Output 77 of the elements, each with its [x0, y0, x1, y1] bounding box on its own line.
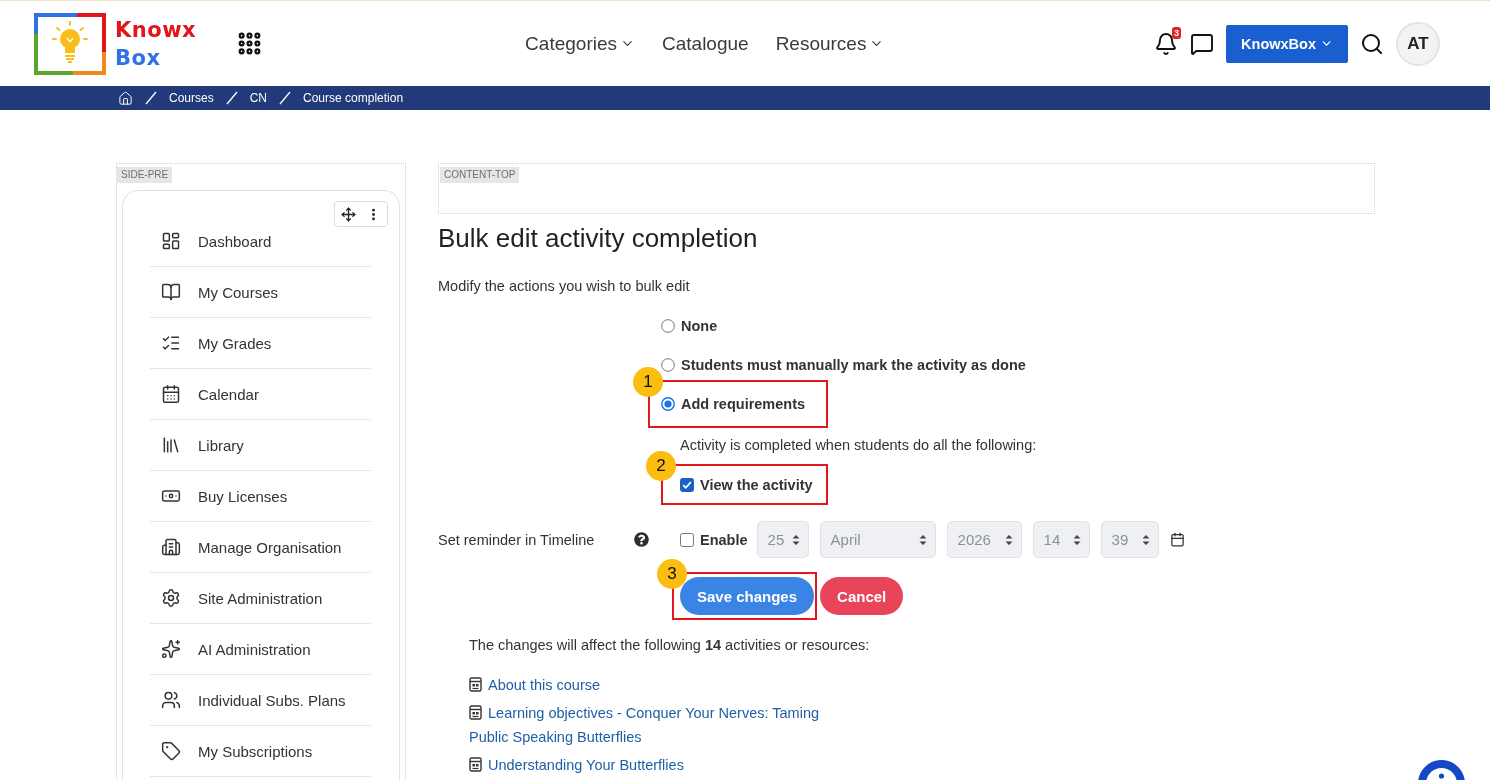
page-icon: [469, 705, 482, 720]
sidebar-item[interactable]: AI Administration: [150, 624, 371, 675]
sidebar-item[interactable]: Individual Subs. Plans: [150, 675, 371, 726]
field-label: Set reminder in Timeline: [438, 531, 595, 548]
sidebar-item[interactable]: Buy Licenses: [150, 471, 371, 522]
radio-button[interactable]: [661, 358, 675, 372]
sidebar-item[interactable]: Library: [150, 420, 371, 471]
page-icon: [469, 757, 482, 772]
help-icon[interactable]: [634, 532, 649, 547]
chat-icon[interactable]: [1190, 31, 1215, 56]
bell-icon[interactable]: [1154, 31, 1179, 56]
nav-menu[interactable]: Catalogue: [662, 32, 749, 55]
settings-icon: [161, 588, 181, 608]
checklist-icon: [161, 333, 181, 353]
logo-text: Box: [115, 44, 162, 72]
user-avatar[interactable]: AT: [1396, 21, 1440, 66]
separator-icon: [279, 91, 292, 105]
separator-icon: [145, 91, 157, 105]
checkbox-label[interactable]: Enable: [700, 531, 748, 548]
building-icon: [161, 537, 181, 557]
region-tag: CONTENT-TOP: [440, 167, 520, 183]
move-icon[interactable]: [341, 206, 356, 222]
region-tag: SIDE-PRE: [117, 167, 173, 183]
sparkles-icon: [161, 639, 181, 659]
notification-badge: 3: [1172, 26, 1182, 39]
annotation-badge: 3: [657, 559, 687, 589]
activity-link[interactable]: Understanding Your Butterflies: [469, 753, 839, 777]
requirements-note: Activity is completed when students do all the following:: [680, 436, 1037, 455]
nav-menu[interactable]: Categories: [525, 32, 635, 55]
sidebar-item[interactable]: Dashboard: [150, 216, 371, 267]
activity-link[interactable]: Learning objectives - Conquer Your Nerves: Taming Public Speaking Butterflies: [469, 701, 839, 749]
save-button[interactable]: Save changes: [680, 577, 815, 615]
breadcrumb-item[interactable]: CN: [249, 91, 268, 105]
round-button-icon[interactable]: [1418, 760, 1465, 780]
intro-text: Modify the actions you wish to bulk edit: [438, 277, 691, 296]
sort-caret-icon: [1141, 533, 1150, 546]
nav-menu[interactable]: Resources: [775, 32, 885, 55]
separator-icon: [225, 91, 238, 105]
checkbox[interactable]: [680, 477, 694, 492]
lightbulb-logo-icon[interactable]: [33, 11, 107, 76]
logo-text: Knowx: [115, 16, 197, 44]
open-book-icon: [161, 282, 181, 302]
page-title: Bulk edit activity completion: [438, 222, 759, 255]
radio-button[interactable]: [661, 319, 675, 333]
calendar-icon: [161, 384, 181, 404]
checkbox[interactable]: [680, 532, 694, 547]
sort-caret-icon: [1004, 533, 1013, 546]
home-icon[interactable]: [118, 90, 133, 106]
search-icon[interactable]: [1360, 31, 1384, 56]
calendar-icon[interactable]: [1169, 532, 1185, 547]
sidebar-item[interactable]: Manage Organisation: [150, 522, 371, 573]
annotation-badge: 1: [633, 367, 663, 397]
radio-button[interactable]: [661, 397, 675, 411]
breadcrumb-item[interactable]: Courses: [169, 91, 214, 105]
affected-note: The changes will affect the following 14 activities or resources:: [469, 636, 871, 655]
sidebar-item[interactable]: My Grades: [150, 318, 371, 369]
activity-link[interactable]: About this course: [469, 673, 839, 697]
sort-caret-icon: [1072, 533, 1081, 546]
cancel-button[interactable]: Cancel: [820, 577, 904, 615]
sidebar-item[interactable]: Site Administration: [150, 573, 371, 624]
sort-caret-icon: [791, 533, 800, 546]
sidebar-item[interactable]: My Courses: [150, 267, 371, 318]
tag-icon: [161, 741, 181, 761]
sidebar-item[interactable]: Calendar: [150, 369, 371, 420]
radio-label[interactable]: Students must manually mark the activity as done: [681, 357, 1026, 373]
breadcrumb-item[interactable]: Course completion: [303, 91, 404, 105]
page-icon: [469, 677, 482, 692]
annotation-badge: 2: [646, 451, 676, 481]
users-icon: [161, 690, 181, 710]
checkbox-label[interactable]: View the activity: [700, 476, 813, 493]
dashboard-icon: [161, 231, 181, 251]
radio-label[interactable]: Add requirements: [681, 396, 806, 412]
account-menu-button[interactable]: KnowxBox: [1226, 24, 1348, 63]
sort-caret-icon: [918, 533, 927, 546]
books-icon: [161, 435, 181, 455]
radio-label[interactable]: None: [681, 318, 718, 334]
sidebar-item[interactable]: My Subscriptions: [150, 726, 371, 777]
